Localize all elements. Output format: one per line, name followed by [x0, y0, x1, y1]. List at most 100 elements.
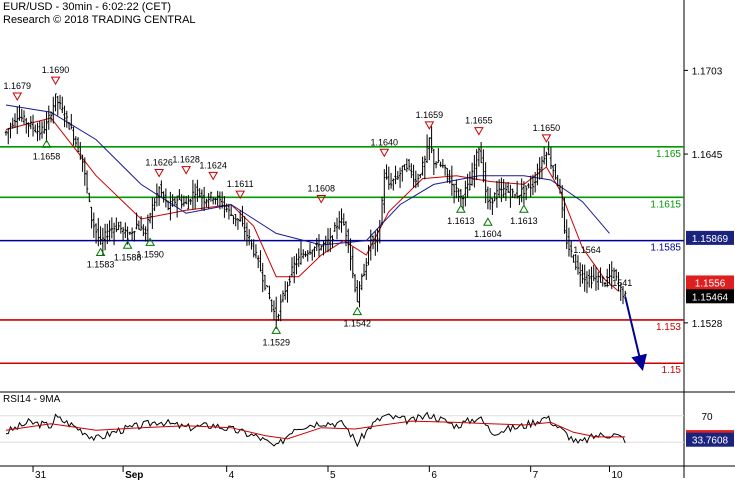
price-bar [331, 235, 334, 248]
price-bar [416, 173, 420, 188]
swing-annotation: 1.1542 [344, 306, 371, 329]
down-triangle-icon [316, 194, 327, 204]
price-bar [520, 178, 523, 203]
swing-label: 1.1541 [605, 278, 633, 288]
price-bar [234, 214, 237, 227]
price-bar [65, 110, 68, 128]
price-bar [112, 222, 116, 246]
price-bar [419, 173, 422, 179]
down-triangle-icon [50, 76, 61, 86]
price-bar [128, 231, 132, 236]
price-bar [360, 273, 363, 291]
rsi-series [0, 411, 684, 448]
price-bar [286, 281, 289, 303]
price-bar [247, 229, 251, 246]
price-bar [581, 264, 584, 284]
price-bar [76, 137, 80, 152]
price-bar [338, 211, 341, 230]
price-bar [207, 193, 210, 209]
price-bar [421, 156, 424, 176]
price-bar [588, 269, 591, 288]
swing-annotation: 1.1613 [447, 204, 475, 226]
swing-annotation: 1.1624 [199, 160, 227, 181]
price-bar [70, 113, 73, 130]
price-bar [16, 106, 19, 134]
price-bar [313, 246, 316, 258]
price-bar [196, 179, 199, 202]
swing-label: 1.1658 [33, 151, 61, 161]
swing-annotation: 1.1650 [533, 123, 561, 143]
up-triangle-icon [456, 204, 466, 213]
price-bar [146, 214, 150, 243]
price-bar [446, 168, 449, 183]
price-bar [477, 147, 481, 167]
price-bar [189, 198, 192, 205]
price-bar [597, 271, 600, 291]
price-bar [572, 254, 575, 263]
price-bar [340, 208, 343, 233]
price-bar [29, 116, 32, 130]
price-bar [576, 255, 580, 275]
price-bar [324, 235, 327, 252]
swing-label: 1.1608 [307, 183, 335, 193]
level-label: 1.15 [662, 365, 682, 376]
price-bar [198, 188, 201, 198]
down-triangle-icon [379, 148, 390, 158]
x-tick-label: 10 [611, 470, 623, 480]
price-bar [509, 184, 512, 208]
swing-annotation: 1.1655 [465, 116, 493, 136]
price-bar [22, 110, 26, 125]
swing-label: 1.1626 [145, 157, 173, 167]
price-bar [281, 290, 285, 303]
x-tick-label: Sep [125, 470, 143, 480]
price-bar [491, 198, 494, 216]
price-tag-label: 1.15464 [692, 292, 729, 303]
price-bar [612, 267, 616, 279]
swing-annotation: 1.1679 [3, 81, 31, 102]
swing-label: 1.1655 [465, 116, 493, 126]
price-bar [475, 149, 478, 181]
price-bar [551, 165, 555, 178]
price-bar [56, 95, 59, 116]
price-bar [151, 197, 154, 229]
price-bar [407, 159, 411, 171]
swing-label: 1.1650 [533, 123, 561, 133]
price-bar [560, 185, 564, 218]
price-bar [302, 249, 305, 259]
price-bar [72, 126, 75, 146]
price-bar [547, 141, 550, 156]
price-bar [488, 187, 492, 210]
price-bar [58, 94, 62, 110]
level-label: 1.1585 [650, 243, 681, 254]
price-bar [396, 171, 400, 181]
price-bar [27, 122, 30, 138]
price-bar [504, 182, 508, 202]
price-bar [621, 285, 625, 305]
price-bar [270, 299, 273, 313]
price-bar [432, 148, 436, 176]
price-bar [261, 262, 264, 293]
price-bar [511, 188, 514, 198]
price-bar [275, 296, 278, 329]
x-tick-label: 4 [229, 470, 235, 480]
projection-arrow [624, 296, 647, 372]
price-bar [121, 226, 125, 242]
price-bar [401, 165, 404, 182]
swing-label: 1.1613 [510, 216, 538, 226]
price-bar [272, 300, 276, 321]
price-bar [108, 220, 111, 242]
price-bar [216, 190, 219, 207]
price-bar [137, 220, 141, 230]
price-bar [115, 217, 118, 233]
price-tag-label: 1.15869 [692, 234, 729, 245]
price-bar [254, 244, 258, 259]
y-tick-label: 1.1645 [692, 150, 723, 161]
price-bar [279, 294, 282, 322]
price-bar [351, 246, 354, 279]
price-bar [430, 126, 433, 154]
price-bar [160, 180, 163, 197]
price-bar [565, 219, 568, 250]
y-tick-label: 1.1703 [692, 66, 723, 77]
price-bar [335, 217, 339, 240]
price-bar [117, 221, 120, 231]
